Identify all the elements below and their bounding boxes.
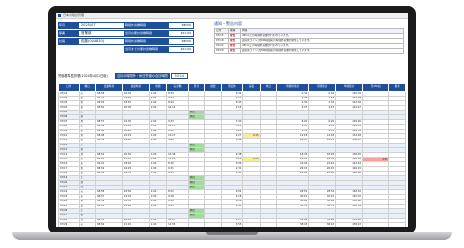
summary-panel: 時間外労働時間 28h00 当月の累計労働時間 251:00 時間外労働時間 2…: [124, 22, 194, 54]
cell-c3: 158:43: [335, 222, 363, 227]
cell-kind: [187, 222, 206, 227]
header-info: 年月 2025/07 部署 営業部 社員 佐藤(004820): [58, 22, 126, 46]
regulation-note: 労働基準監督署(2024年4月1日版) 当月の時間外・休日労働の合計時間 53:…: [58, 73, 188, 79]
column-header[interactable]: 退勤時刻: [121, 83, 150, 92]
column-header[interactable]: 月間累計: [308, 83, 337, 92]
regulation-text: 労働基準監督署(2024年4月1日版): [58, 74, 108, 78]
column-header[interactable]: 日付: [58, 83, 80, 92]
attendance-row[interactable]: 07/29 火 08:50 21:45 1:00 11:55 3:55 38:43 38:43 1…: [58, 222, 406, 227]
alert-level: 警告: [228, 48, 241, 54]
summary-label: 当月の累計労働時間: [124, 30, 168, 37]
app-icon: [58, 14, 61, 17]
header-row: 年月 2025/07: [58, 22, 126, 29]
summary-value: 251:00: [168, 46, 194, 53]
column-header[interactable]: 休憩: [148, 83, 168, 92]
alert-table: 日付 種類 内容 07/15 警告 45h以上の時間外労働が行われています。 0…: [214, 28, 404, 54]
column-header[interactable]: 深夜: [242, 83, 261, 92]
laptop-notch: [206, 232, 258, 235]
column-header[interactable]: 年間累計: [335, 83, 363, 92]
department-field[interactable]: 営業部: [78, 30, 126, 37]
summary-value: 251:00: [168, 30, 194, 37]
cell-n: [388, 222, 406, 227]
app-screen: 日本の勤怠管理 年月 2025/07 部署 営業部 社員 佐藤(004820) …: [56, 13, 408, 227]
summary-value: 28h00: [168, 38, 194, 45]
cell-br: 1:00: [148, 222, 168, 227]
cell-d: 07/29: [58, 222, 80, 227]
header-label: 社員: [58, 38, 78, 45]
cell-in: 08:50: [94, 222, 123, 227]
column-header[interactable]: 出勤時刻: [94, 83, 123, 92]
employee-field[interactable]: 佐藤(004820): [78, 38, 126, 45]
column-header[interactable]: 時間外累計: [276, 83, 310, 92]
laptop-frame: 日本の勤怠管理 年月 2025/07 部署 営業部 社員 佐藤(004820) …: [0, 0, 464, 248]
summary-label: 時間外労働時間: [124, 38, 168, 45]
month-field[interactable]: 2025/07: [78, 22, 126, 29]
total-value: 53:14: [170, 73, 188, 79]
column-header[interactable]: 実労働: [166, 83, 189, 92]
header-row: 社員 佐藤(004820): [58, 38, 126, 45]
cell-f: [361, 222, 390, 227]
total-label: 当月の時間外・休日労働の合計時間: [114, 73, 170, 79]
cell-memo: [204, 222, 222, 227]
cell-c2: 38:43: [308, 222, 337, 227]
title-bar: 日本の勤怠管理: [56, 13, 408, 19]
alert-text: 過労死ライン(月80時間超)の時間外労働が発生しています。: [240, 48, 404, 54]
alert-row[interactable]: 07/29 警告 過労死ライン(月80時間超)の時間外労働が発生しています。: [214, 48, 404, 54]
alert-title: 通知・警告内容: [214, 21, 242, 26]
column-header[interactable]: 備考: [388, 83, 406, 92]
cell-late: [242, 222, 261, 227]
alert-date: 07/29: [214, 48, 229, 54]
column-header[interactable]: 曜日: [78, 83, 96, 92]
summary-row: 時間外労働時間 28h00: [124, 38, 194, 45]
cell-c1: 38:43: [276, 222, 310, 227]
attendance-table: 日付 曜日 出勤時刻 退勤時刻 休憩 実労働 区分 摘要 所定外 深夜 休日 時間外累計 月間累計 年間累…: [58, 83, 406, 227]
summary-row: 当月の累計労働時間 251:00: [124, 30, 194, 37]
cell-work: 11:55: [166, 222, 189, 227]
summary-row: 時間外労働時間 28h00: [124, 22, 194, 29]
column-header[interactable]: 摘要: [204, 83, 222, 92]
column-header[interactable]: 区分: [187, 83, 206, 92]
column-header[interactable]: 休日: [259, 83, 278, 92]
cell-ot: 3:55: [220, 222, 244, 227]
summary-label: 時間外労働時間: [124, 22, 168, 29]
column-header[interactable]: 所定外: [220, 83, 244, 92]
cell-out: 21:45: [121, 222, 150, 227]
summary-row: 当月までの累計労働時間 251:00: [124, 46, 194, 53]
summary-label: 当月までの累計労働時間: [124, 46, 168, 53]
summary-value: 28h00: [168, 22, 194, 29]
window-title: 日本の勤怠管理: [63, 13, 85, 17]
attendance-header-row: 日付 曜日 出勤時刻 退勤時刻 休憩 実労働 区分 摘要 所定外 深夜 休日 時間外累計 月間累計 年間累…: [58, 83, 406, 92]
cell-hol: [259, 222, 278, 227]
header-row: 部署 営業部: [58, 30, 126, 37]
cell-w: 火: [78, 222, 96, 227]
header-label: 部署: [58, 30, 78, 37]
header-label: 年月: [58, 22, 78, 29]
column-header[interactable]: 月45h超: [361, 83, 390, 92]
alert-panel: 通知・警告内容 日付 種類 内容 07/15 警告 45h以上の時間外労働が行わ…: [214, 22, 404, 54]
